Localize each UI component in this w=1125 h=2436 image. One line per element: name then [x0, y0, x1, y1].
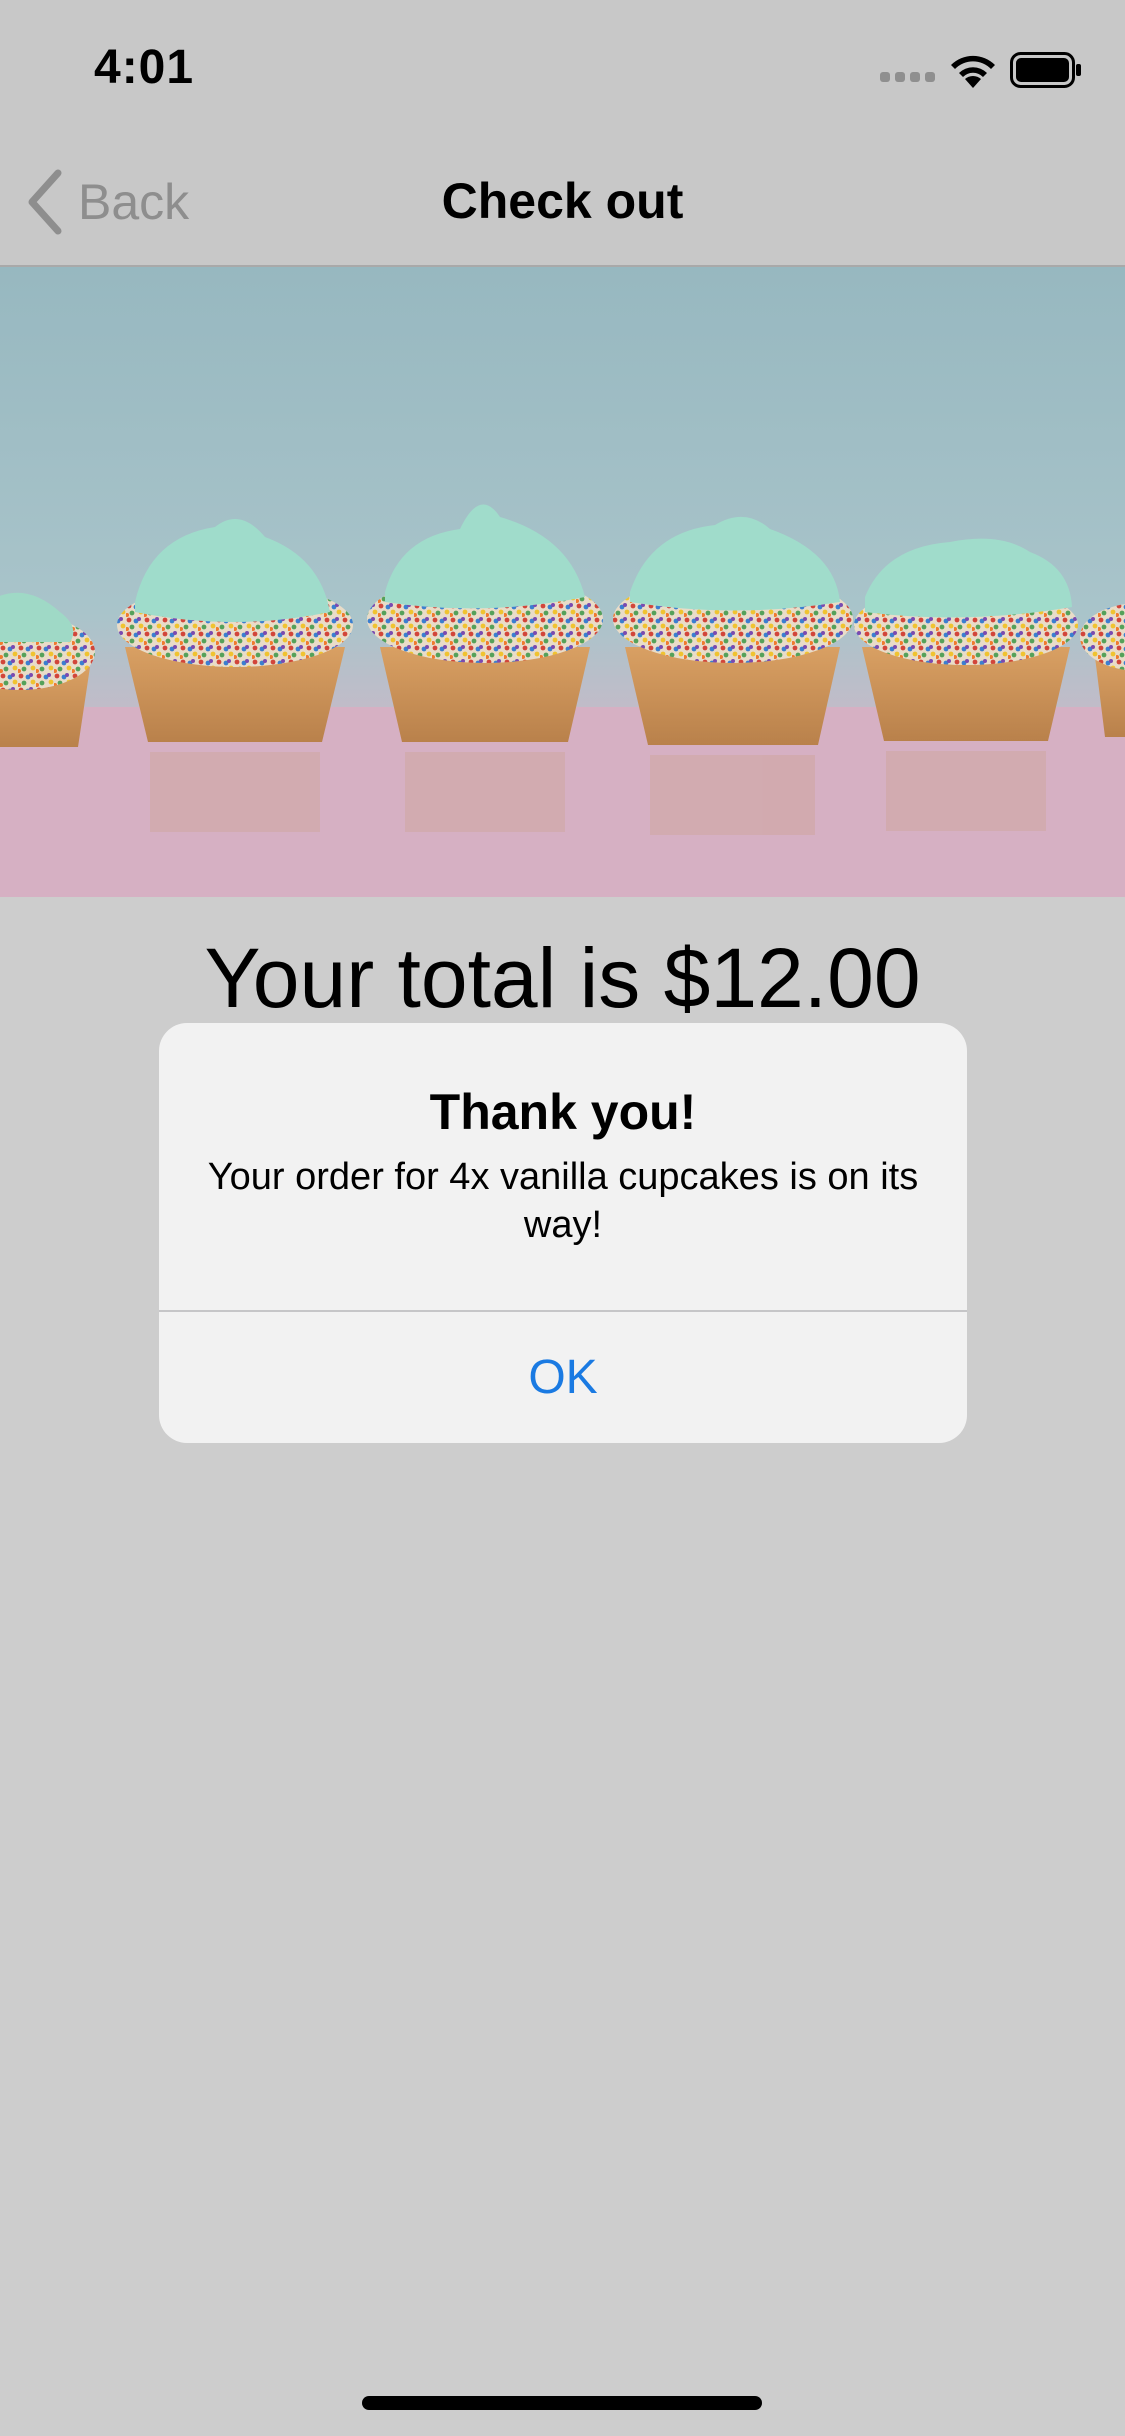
- order-total: Your total is $12.00: [204, 931, 921, 1025]
- navigation-bar: Back Check out: [0, 140, 1125, 267]
- wifi-icon: [951, 55, 995, 88]
- status-bar: 4:01: [0, 0, 1125, 140]
- cellular-signal-icon: [880, 72, 936, 86]
- status-time: 4:01: [94, 41, 195, 94]
- ok-button[interactable]: OK: [159, 1312, 967, 1443]
- thank-you-alert: Thank you! Your order for 4x vanilla cup…: [159, 1023, 967, 1443]
- cupcake: [854, 538, 1078, 741]
- checkout-screen: 4:01 Back Check out Your total is $12.00…: [0, 0, 1125, 2436]
- home-indicator[interactable]: [362, 2396, 762, 2410]
- battery-icon: [1010, 52, 1081, 88]
- page-title: Check out: [441, 173, 684, 229]
- alert-title: Thank you!: [429, 1084, 697, 1140]
- cupcakes-image: [0, 267, 1125, 897]
- alert-message: Your order for 4x vanilla cupcakes is on…: [207, 1156, 919, 1246]
